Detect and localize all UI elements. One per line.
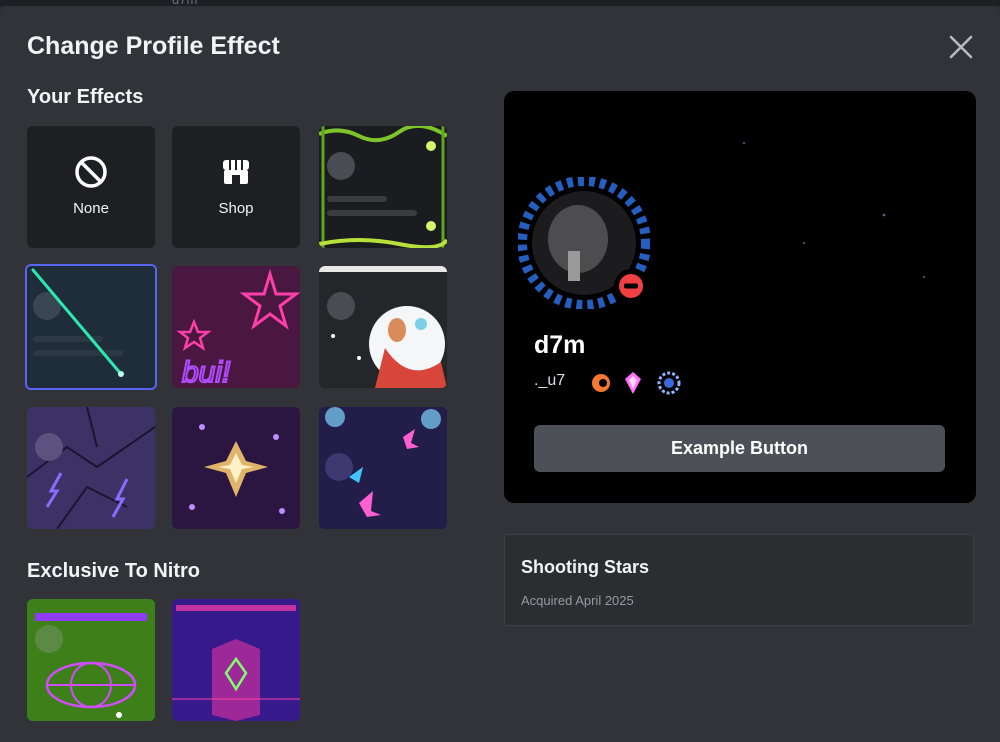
effect-shop-label: Shop — [218, 200, 254, 217]
butterflies-effect-thumbnail — [319, 407, 447, 529]
effect-none-label: None — [73, 200, 109, 217]
no-symbol-icon — [73, 154, 109, 190]
crystal-tower-thumbnail — [172, 599, 300, 721]
section-your-effects: Your Effects — [27, 86, 144, 108]
shooting-stars-thumbnail — [27, 266, 155, 388]
effect-shop[interactable]: Shop — [172, 126, 300, 248]
close-icon[interactable] — [946, 32, 976, 62]
profile-preview: d7m ._u7 Example Button — [504, 91, 976, 503]
hypesquad-icon — [588, 373, 614, 398]
do-not-disturb-status-icon — [614, 269, 648, 303]
neon-graffiti-thumbnail: bui! — [172, 266, 300, 388]
effect-tile-nitro-arcade[interactable] — [27, 599, 155, 721]
preview-display-name: d7m — [534, 331, 586, 359]
crystal-star-thumbnail — [172, 407, 300, 529]
section-exclusive-to-nitro: Exclusive To Nitro — [27, 560, 201, 582]
effect-tile-neon-graffiti[interactable]: bui! — [172, 266, 300, 388]
effect-tile-shooting-stars[interactable] — [25, 264, 157, 390]
modal-title: Change Profile Effect — [27, 32, 280, 60]
lightning-effect-thumbnail — [27, 407, 155, 529]
boost-wreath-icon — [654, 371, 684, 400]
effect-tile-neon-butterflies[interactable] — [319, 407, 447, 529]
effect-none[interactable]: None — [27, 126, 155, 248]
vines-effect-thumbnail — [319, 126, 447, 248]
effect-tile-nitro-crystal-tower[interactable] — [172, 599, 300, 721]
selected-effect-card: Shooting Stars Acquired April 2025 — [504, 534, 974, 626]
svg-text:bui!: bui! — [182, 356, 231, 388]
selected-effect-name: Shooting Stars — [521, 557, 650, 577]
nitro-arcade-thumbnail — [27, 599, 155, 721]
nitro-gem-icon — [624, 371, 642, 400]
effect-tile-cracked-lightning[interactable] — [27, 407, 155, 529]
shop-icon — [218, 154, 254, 190]
selected-effect-acquired: Acquired April 2025 — [521, 593, 634, 608]
penguin-effect-thumbnail — [319, 266, 447, 388]
effect-tile-penguin[interactable] — [319, 266, 447, 388]
effect-tile-crystal-star[interactable] — [172, 407, 300, 529]
example-button[interactable]: Example Button — [534, 425, 945, 472]
preview-username: ._u7 — [534, 372, 566, 389]
effect-tile-vines[interactable] — [319, 126, 447, 248]
change-profile-effect-modal: Change Profile Effect Your Effects None … — [0, 6, 1000, 742]
